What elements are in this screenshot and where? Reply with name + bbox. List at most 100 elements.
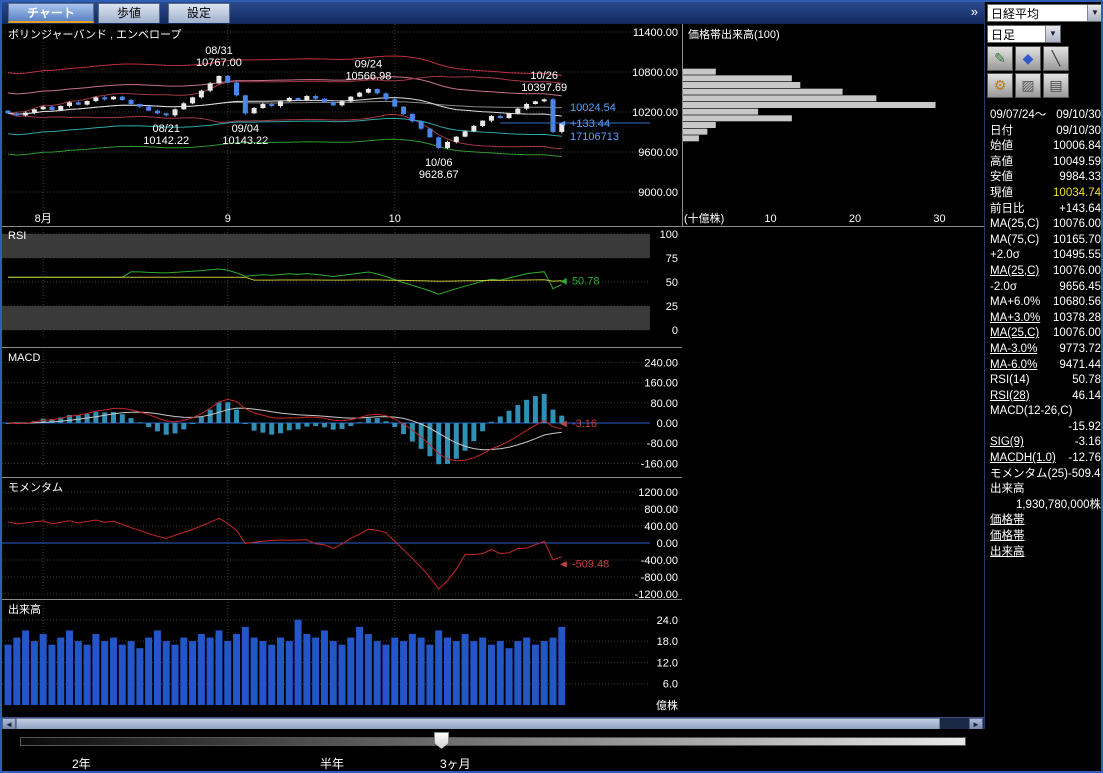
tab-bar: チャート 歩値 設定 » xyxy=(2,2,984,24)
svg-text:800.00: 800.00 xyxy=(644,504,678,516)
interval-select[interactable]: 日足 ▼ xyxy=(987,25,1061,43)
quote-row-label: 始値 xyxy=(990,139,1013,155)
svg-text:モメンタム: モメンタム xyxy=(8,481,63,494)
quote-row-value: 10076.00 xyxy=(1053,217,1101,233)
quote-row: 価格帯 xyxy=(985,529,1103,545)
quote-row-label[interactable]: MA-3.0% xyxy=(990,342,1037,358)
eraser-tool-icon[interactable]: ▨ xyxy=(1015,73,1041,98)
svg-text:08/21: 08/21 xyxy=(152,123,180,135)
quote-row: +2.0σ10495.55 xyxy=(985,248,1103,264)
svg-text:1200.00: 1200.00 xyxy=(638,487,678,499)
svg-text:9: 9 xyxy=(225,213,231,225)
quote-row-value: 09/10/30 xyxy=(1056,108,1101,124)
quote-row: 現値 10034.74 xyxy=(985,186,1103,202)
quote-row: 日付09/10/30 xyxy=(985,124,1103,140)
quote-row-value: 10680.56 xyxy=(1053,295,1101,311)
quote-row-value: 10495.55 xyxy=(1053,248,1101,264)
tab-chart[interactable]: チャート xyxy=(8,3,94,23)
quote-row-label[interactable]: 価格帯 xyxy=(990,513,1025,529)
range-slider-handle[interactable] xyxy=(434,732,449,749)
svg-text:MACD: MACD xyxy=(8,352,40,364)
price-chart-panel[interactable]: 11400.0010800.0010200.009600.009000.008月… xyxy=(2,24,682,226)
quote-row-value: 10378.28 xyxy=(1053,311,1101,327)
rsi-panel[interactable]: 1007550250◄ 50.78RSI xyxy=(2,226,682,347)
line-tool-icon[interactable]: ╲ xyxy=(1043,46,1069,71)
chevron-down-icon[interactable]: ▼ xyxy=(1045,26,1060,42)
quote-row-label[interactable]: MA-6.0% xyxy=(990,358,1037,374)
svg-text:09/24: 09/24 xyxy=(355,59,383,71)
range-label-6m[interactable]: 半年 xyxy=(320,755,344,772)
quote-row: MA-6.0%9471.44 xyxy=(985,358,1103,374)
svg-text:価格帯出来高(100): 価格帯出来高(100) xyxy=(688,27,780,41)
quote-row-label: MA+6.0% xyxy=(990,295,1040,311)
svg-text:-160.00: -160.00 xyxy=(641,458,678,470)
quote-row-label: 現値 xyxy=(990,186,1013,202)
quote-row-label[interactable]: SIG(9) xyxy=(990,435,1024,451)
pencil-tool-icon[interactable]: ✎ xyxy=(987,46,1013,71)
svg-text:10/06: 10/06 xyxy=(425,157,453,169)
quote-sidebar: 日経平均 ▼ 日足 ▼ ✎◆╲ ⚙▨▤ 09/07/24～ 09/10/30日付09… xyxy=(984,2,1103,729)
tab-tick[interactable]: 歩値 xyxy=(98,3,160,23)
symbol-select[interactable]: 日経平均 ▼ xyxy=(987,4,1103,22)
quote-row: 価格帯 xyxy=(985,513,1103,529)
svg-text:9628.67: 9628.67 xyxy=(419,169,459,181)
print-tool-icon[interactable]: ▤ xyxy=(1043,73,1069,98)
quote-row-label: MACD(12-26,C) xyxy=(990,404,1072,420)
range-label-2y[interactable]: 2年 xyxy=(72,755,91,772)
expand-icon[interactable]: » xyxy=(971,4,978,19)
chevron-down-icon[interactable]: ▼ xyxy=(1087,5,1102,21)
drawing-toolbar: ✎◆╲ ⚙▨▤ xyxy=(987,46,1103,100)
svg-text:8月: 8月 xyxy=(35,213,52,225)
quote-row-label[interactable]: MA(25,C) xyxy=(990,326,1039,342)
svg-text:10767.00: 10767.00 xyxy=(196,57,242,69)
horizontal-scrollbar[interactable]: ◄ ► xyxy=(2,717,984,729)
svg-text:10200.00: 10200.00 xyxy=(632,107,678,119)
svg-text:17106713: 17106713 xyxy=(570,131,619,143)
svg-text:-800.00: -800.00 xyxy=(641,572,678,584)
quote-row-label: 09/07/24～ xyxy=(990,108,1046,124)
range-label-3m[interactable]: 3ヶ月 xyxy=(440,755,471,772)
quote-row-value: -509.48 xyxy=(1068,467,1103,483)
settings-tool-icon[interactable]: ⚙ xyxy=(987,73,1013,98)
svg-text:-400.00: -400.00 xyxy=(641,555,678,567)
volume-panel[interactable]: 24.018.012.06.0億株出来高 xyxy=(2,599,682,717)
quote-row: 高値 10049.59 xyxy=(985,155,1103,171)
svg-text:50: 50 xyxy=(666,277,678,289)
panel-divider xyxy=(2,599,682,600)
quote-row: 出来高 xyxy=(985,545,1103,561)
quote-row-label: 高値 xyxy=(990,155,1013,171)
svg-text:240.00: 240.00 xyxy=(644,357,678,369)
quote-row-label[interactable]: MA(25,C) xyxy=(990,264,1039,280)
range-slider-track[interactable] xyxy=(20,737,966,746)
tab-settings[interactable]: 設定 xyxy=(168,3,230,23)
quote-row-value: 10006.84 xyxy=(1053,139,1101,155)
svg-text:160.00: 160.00 xyxy=(644,378,678,390)
svg-text:18.0: 18.0 xyxy=(657,636,678,648)
panel-divider xyxy=(2,347,682,348)
quote-row: -2.0σ9656.45 xyxy=(985,280,1103,296)
svg-text:10: 10 xyxy=(764,213,776,225)
macd-panel[interactable]: 240.00160.0080.000.00-80.00-160.00◄ -3.1… xyxy=(2,347,682,477)
quote-row-label[interactable]: MA+3.0% xyxy=(990,311,1040,327)
momentum-panel[interactable]: 1200.00800.00400.000.00-400.00-800.00-12… xyxy=(2,477,682,599)
svg-text:09/04: 09/04 xyxy=(232,123,260,135)
quote-row-label[interactable]: RSI(28) xyxy=(990,389,1030,405)
quote-row-value: 9656.45 xyxy=(1059,280,1101,296)
svg-text:0: 0 xyxy=(672,325,678,337)
quote-row: 出来高 xyxy=(985,482,1103,498)
svg-text:08/31: 08/31 xyxy=(205,45,233,57)
svg-text:-80.00: -80.00 xyxy=(647,438,678,450)
svg-text:ボリンジャーバンド , エンベロープ: ボリンジャーバンド , エンベロープ xyxy=(8,28,181,41)
app-window: チャート 歩値 設定 » 11400.0010800.0010200.00960… xyxy=(0,0,1103,773)
price-volume-panel[interactable]: 価格帯出来高(100)(十億株)102030 xyxy=(682,24,984,226)
quote-row-label[interactable]: MACDH(1.0) xyxy=(990,451,1056,467)
svg-text:30: 30 xyxy=(933,213,945,225)
quote-row: RSI(28)46.14 xyxy=(985,389,1103,405)
svg-text:9000.00: 9000.00 xyxy=(638,187,678,199)
quote-row-value: 10049.59 xyxy=(1053,155,1101,171)
marker-tool-icon[interactable]: ◆ xyxy=(1015,46,1041,71)
quote-row-label[interactable]: 価格帯 xyxy=(990,529,1025,545)
quote-row-label[interactable]: 出来高 xyxy=(990,545,1025,561)
quote-row-value: 10034.74 xyxy=(1053,186,1101,202)
svg-text:400.00: 400.00 xyxy=(644,521,678,533)
